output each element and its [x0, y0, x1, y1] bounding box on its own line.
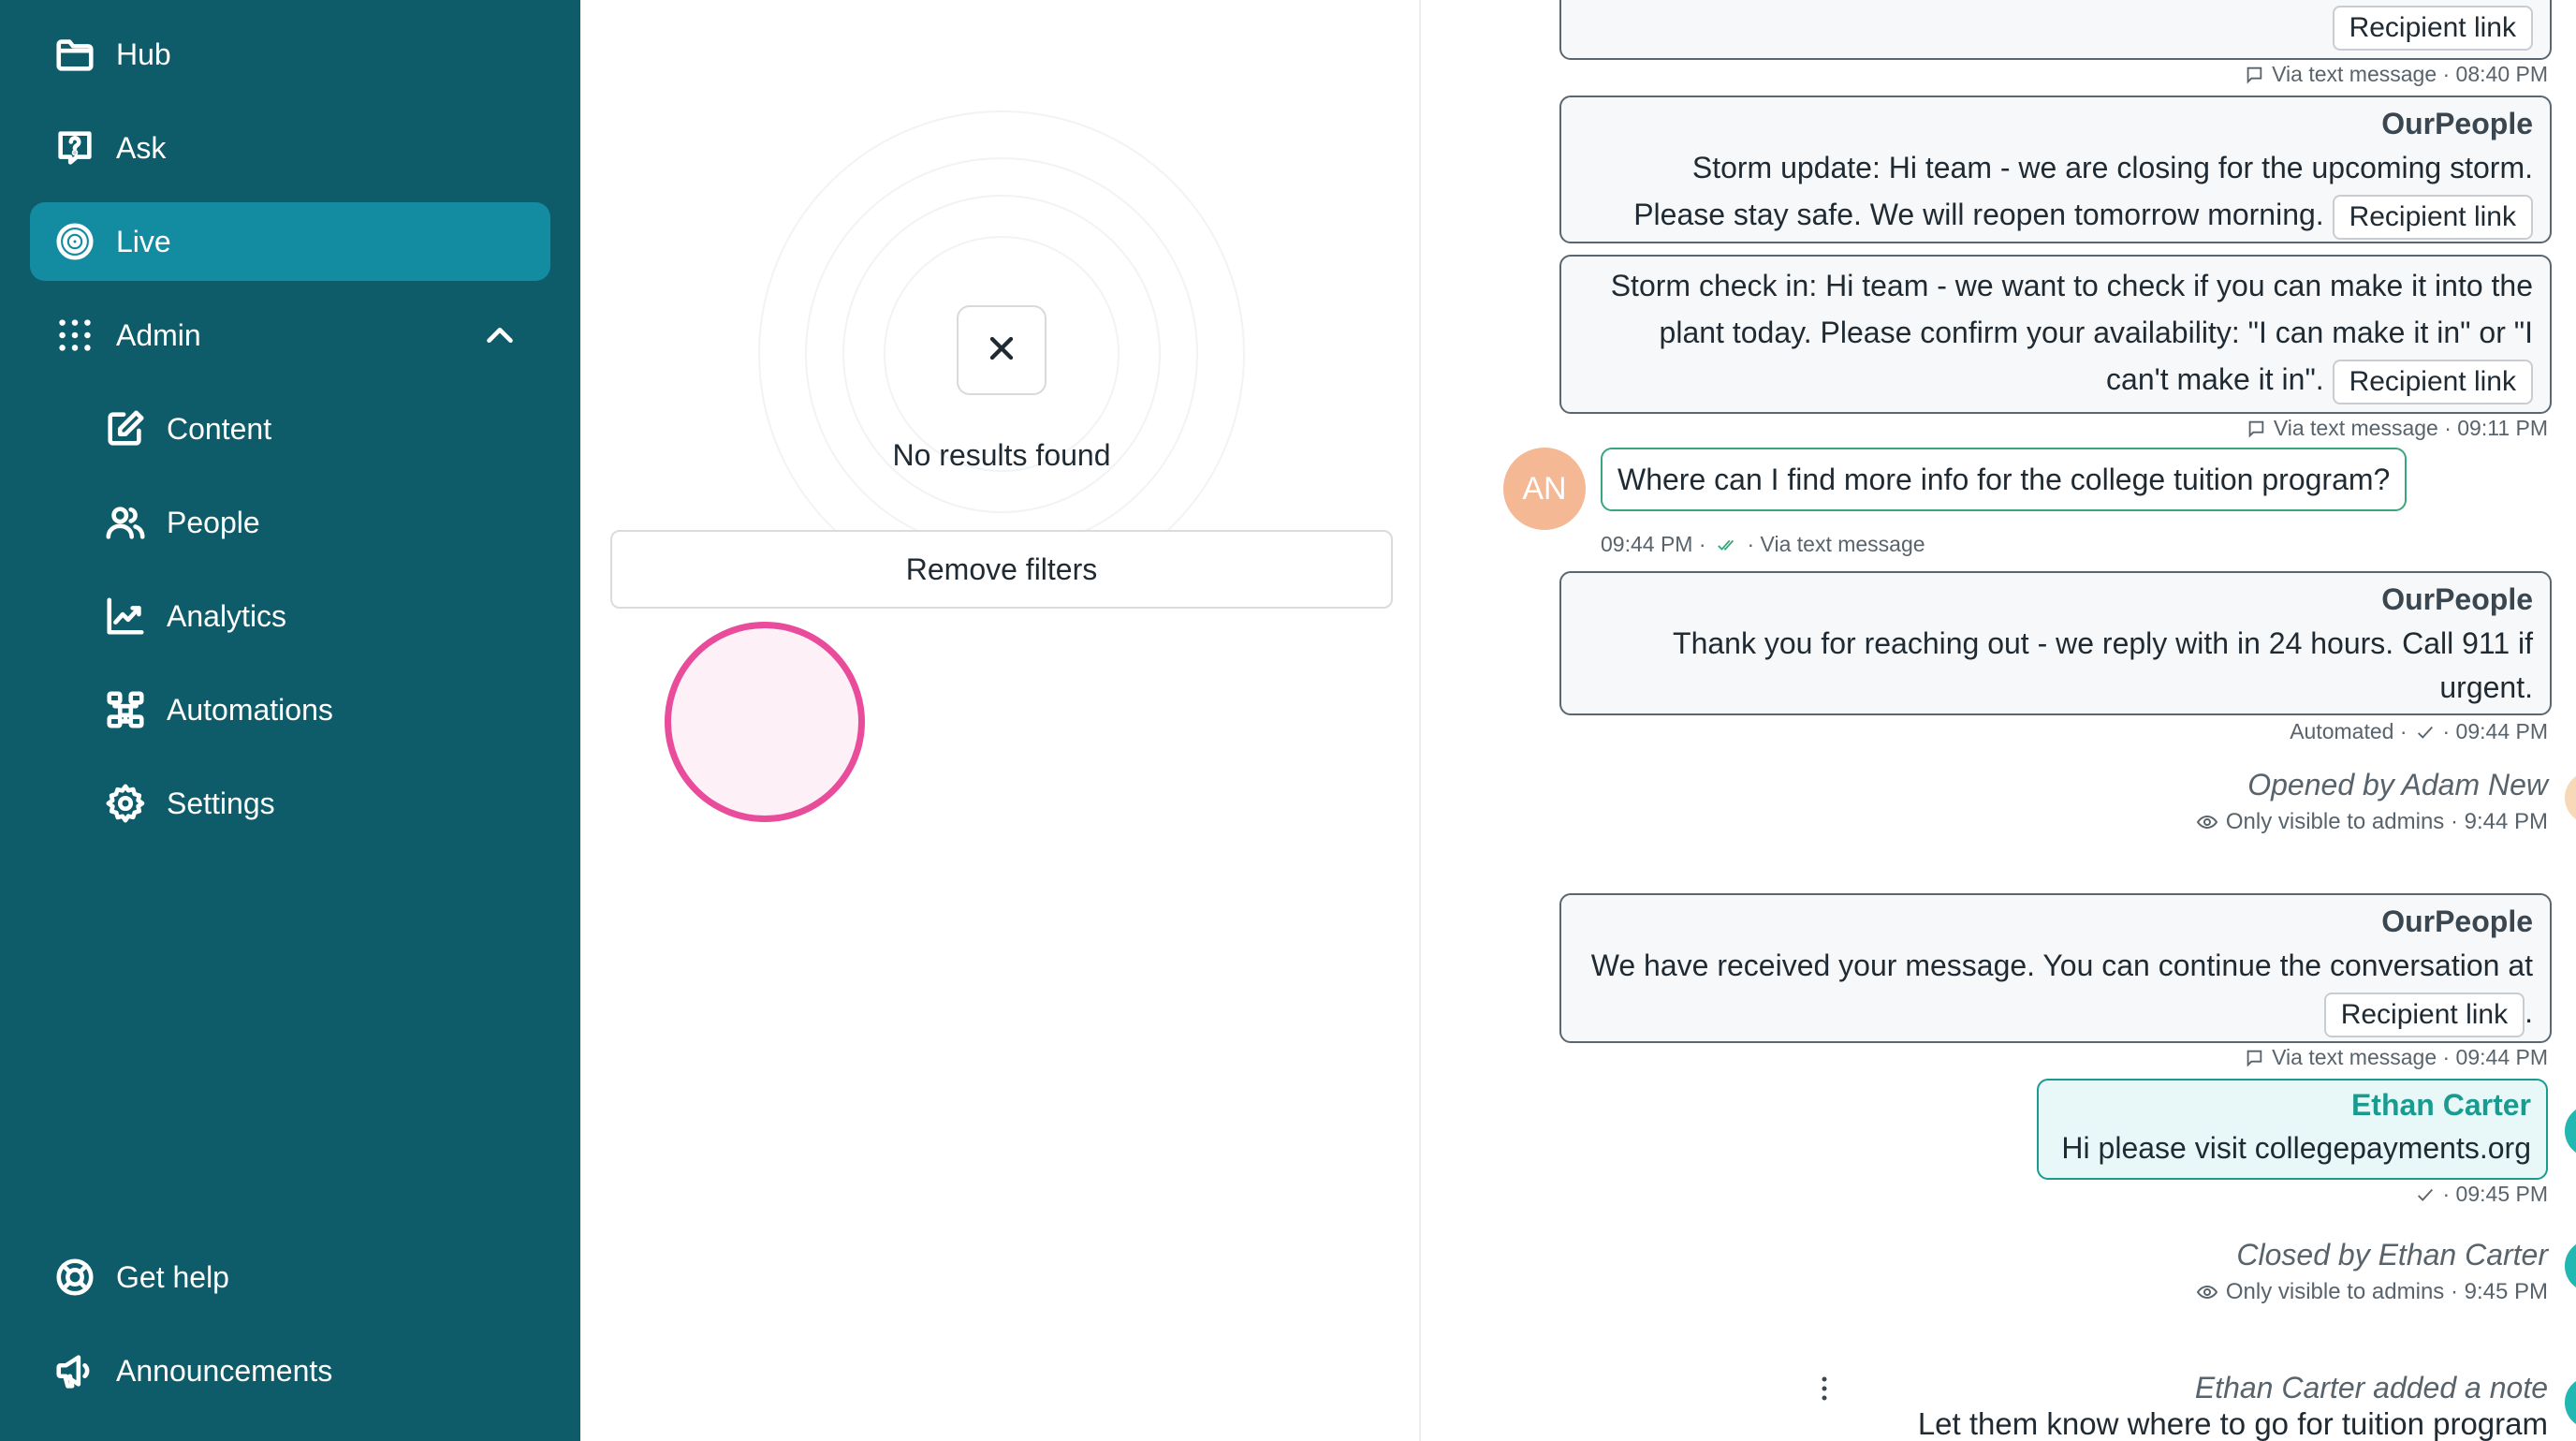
sidebar-item-label: Ask	[116, 130, 167, 165]
message-meta: 09:44 PM · · Via text message	[1601, 532, 1925, 556]
message-bubble: Storm check in: Hi team - we want to che…	[1559, 255, 2552, 414]
recipient-link[interactable]: Recipient link	[2332, 194, 2533, 240]
chart-line-icon	[103, 594, 148, 639]
sidebar-item-label: Get help	[116, 1259, 229, 1294]
message-text: urgent.	[2439, 670, 2533, 704]
sidebar-item-label: Automations	[167, 692, 333, 727]
sidebar-item-label: Hub	[116, 37, 171, 71]
message-bubble: OurPeople Storm update: Hi team - we are…	[1559, 96, 2552, 243]
incoming-message-bubble: Where can I find more info for the colle…	[1601, 448, 2408, 511]
message-bubble: Recipient link	[1559, 0, 2552, 60]
message-meta: · 09:45 PM	[2415, 1182, 2548, 1207]
more-options-icon[interactable]	[1820, 1375, 1838, 1408]
sidebar-item-get-help[interactable]: Get help	[30, 1238, 550, 1316]
note-text: Let them know where to go for tuition pr…	[1917, 1406, 2548, 1441]
sender-name: Ethan Carter	[2350, 1088, 2531, 1122]
sidebar-item-analytics[interactable]: Analytics	[80, 577, 550, 655]
sender-name: OurPeople	[2381, 904, 2533, 938]
automation-icon	[103, 687, 148, 732]
gear-icon	[103, 781, 148, 826]
message-meta: Via text message · 09:44 PM	[2244, 1045, 2548, 1070]
target-icon	[52, 219, 97, 264]
click-indicator	[665, 622, 865, 822]
message-text: plant today. Please confirm your availab…	[1659, 316, 2533, 349]
sidebar-item-label: Settings	[167, 786, 275, 820]
event-title: Closed by Ethan Carter	[2236, 1238, 2548, 1272]
message-meta: Automated · · 09:44 PM	[2290, 719, 2548, 743]
message-text: Hi please visit collegepayments.org	[2061, 1131, 2531, 1165]
check-icon	[2417, 1188, 2433, 1201]
message-text: can't make it in".	[2106, 362, 2324, 396]
sidebar-item-label: Analytics	[167, 598, 287, 633]
avatar	[2565, 1240, 2576, 1292]
message-text: Thank you for reaching out - we reply wi…	[1673, 626, 2533, 660]
close-icon	[983, 330, 1020, 372]
sidebar-item-settings[interactable]: Settings	[80, 764, 550, 843]
sidebar-item-content[interactable]: Content	[80, 390, 550, 468]
empty-state-icon-box	[957, 305, 1046, 395]
check-icon	[2417, 726, 2433, 739]
lifebuoy-icon	[52, 1255, 97, 1300]
remove-filters-button[interactable]: Remove filters	[610, 530, 1393, 609]
empty-state-text: No results found	[892, 438, 1111, 472]
megaphone-icon	[52, 1348, 97, 1393]
message-meta: Via text message · 09:11 PM	[2246, 416, 2548, 441]
message-text: Where can I find more info for the colle…	[1617, 462, 2391, 496]
event-title: Ethan Carter added a note	[2194, 1371, 2548, 1404]
message-text: Storm update: Hi team - we are closing f…	[1691, 151, 2533, 184]
users-icon	[103, 500, 148, 545]
message-text: Please stay safe. We will reopen tomorro…	[1633, 198, 2324, 231]
sidebar-item-announcements[interactable]: Announcements	[30, 1331, 550, 1410]
sidebar-item-ask[interactable]: Ask	[30, 109, 550, 187]
avatar: AN	[1503, 448, 1586, 530]
sidebar-item-hub[interactable]: Hub	[30, 15, 550, 94]
avatar	[2565, 1376, 2576, 1429]
chevron-up-icon[interactable]	[477, 313, 522, 358]
grid-dots-icon	[52, 313, 97, 358]
sidebar-item-label: Content	[167, 411, 272, 446]
sidebar-item-label: People	[167, 505, 260, 539]
event-visibility: Only visible to admins · 9:45 PM	[2196, 1279, 2548, 1305]
outgoing-message-bubble: Ethan Carter Hi please visit collegepaym…	[2037, 1079, 2548, 1180]
avatar	[2565, 1105, 2576, 1157]
folder-icon	[52, 32, 97, 77]
event-title: Opened by Adam New	[2247, 768, 2548, 801]
recipient-link[interactable]: Recipient link	[2332, 359, 2533, 404]
sidebar-item-label: Admin	[116, 317, 201, 352]
event-visibility: Only visible to admins · 9:44 PM	[2196, 809, 2548, 835]
sidebar-item-automations[interactable]: Automations	[80, 670, 550, 749]
sidebar-item-label: Live	[116, 224, 171, 258]
message-bubble: OurPeople Thank you for reaching out - w…	[1559, 571, 2552, 715]
message-meta: Via text message · 08:40 PM	[2244, 62, 2548, 87]
message-bubble: OurPeople We have received your message.…	[1559, 893, 2552, 1043]
message-text: Storm check in: Hi team - we want to che…	[1610, 269, 2533, 302]
conversation-panel: Recipient link Via text message · 08:40 …	[1423, 0, 2576, 1441]
recipient-link[interactable]: Recipient link	[2332, 5, 2533, 51]
message-icon	[2248, 420, 2264, 438]
sidebar-item-people[interactable]: People	[80, 483, 550, 562]
sender-name: OurPeople	[2381, 582, 2533, 616]
eye-icon	[2196, 815, 2218, 830]
sidebar-item-live[interactable]: Live	[30, 202, 550, 281]
sender-name: OurPeople	[2381, 107, 2533, 140]
sidebar: Hub Ask Live Admin Content People Analyt…	[0, 0, 580, 1441]
sidebar-item-admin[interactable]: Admin	[30, 296, 550, 375]
double-check-icon	[1717, 539, 1734, 551]
sidebar-item-label: Announcements	[116, 1353, 333, 1388]
message-icon	[2247, 66, 2262, 84]
message-text: We have received your message. You can c…	[1590, 948, 2533, 982]
recipient-link[interactable]: Recipient link	[2323, 992, 2525, 1037]
edit-icon	[103, 406, 148, 451]
question-bubble-icon	[52, 125, 97, 170]
message-icon	[2247, 1050, 2262, 1067]
eye-icon	[2196, 1285, 2218, 1300]
avatar	[2565, 772, 2576, 824]
